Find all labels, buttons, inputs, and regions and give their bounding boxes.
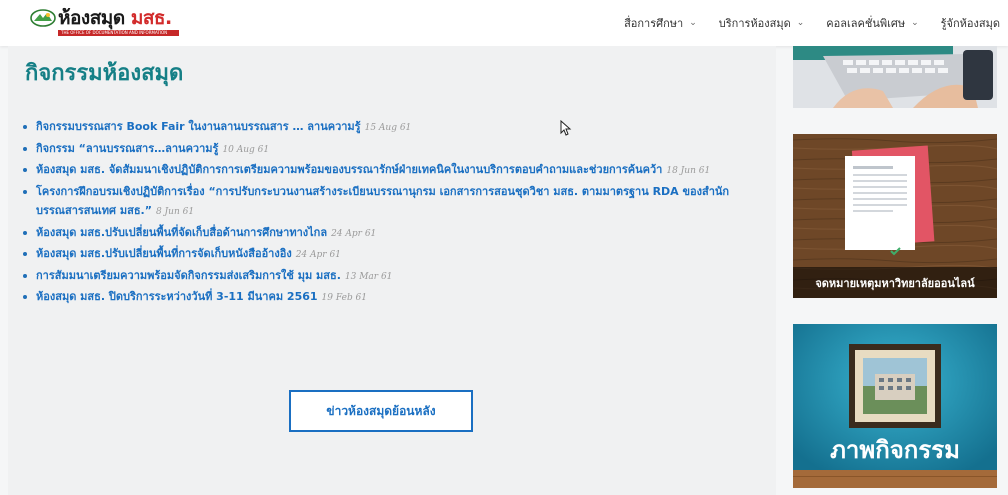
chevron-down-icon: ⌄ — [911, 18, 919, 28]
news-item[interactable]: การสัมมนาเตรียมความพร้อมจัดกิจกรรมส่งเสร… — [22, 266, 752, 288]
logo-tagline: THE OFFICE OF DOCUMENTATION AND INFORMAT… — [58, 30, 179, 36]
laptop-keyboard-image — [793, 46, 997, 108]
news-archive-button[interactable]: ข่าวห้องสมุดย้อนหลัง — [289, 390, 473, 432]
news-item[interactable]: ห้องสมุด มสธ.ปรับเปลี่ยนพื้นที่จัดเก็บสื… — [22, 223, 752, 245]
page-title: กิจกรรมห้องสมุด — [25, 61, 184, 86]
archives-banner-caption: จดหมายเหตุมหาวิทยาลัยออนไลน์ — [793, 267, 997, 298]
main-content: กิจกรรมห้องสมุด กิจกรรมบรรณสาร Book Fair… — [8, 46, 776, 495]
activity-photos-caption: ภาพกิจกรรม — [830, 436, 960, 464]
nav-item-special-collections[interactable]: คอลเลคชั่นพิเศษ ⌄ — [826, 14, 918, 32]
news-item[interactable]: ห้องสมุด มสธ. ปิดบริการระหว่างวันที่ 3-1… — [22, 287, 752, 309]
main-nav: สื่อการศึกษา ⌄ บริการห้องสมุด ⌄ คอลเลคชั่น… — [602, 0, 1000, 46]
library-logo[interactable]: ห้องสมุด มสธ. THE OFFICE OF DOCUMENTATIO… — [30, 6, 179, 38]
news-item[interactable]: กิจกรรมบรรณสาร Book Fair ในงานลานบรรณสาร… — [22, 117, 752, 139]
news-item[interactable]: ห้องสมุด มสธ. จัดสัมมนาเชิงปฏิบัติการการ… — [22, 160, 752, 182]
nav-item-about-library[interactable]: รู้จักห้องสมุด — [941, 14, 1000, 32]
logo-emblem-icon — [30, 9, 56, 27]
news-item[interactable]: โครงการฝึกอบรมเชิงปฏิบัติการเรื่อง “การป… — [22, 182, 752, 223]
nav-item-library-services[interactable]: บริการห้องสมุด ⌄ — [719, 14, 805, 32]
news-item[interactable]: ห้องสมุด มสธ.ปรับเปลี่ยนพื้นที่การจัดเก็… — [22, 244, 752, 266]
sidebar-banner-archives[interactable]: จดหมายเหตุมหาวิทยาลัยออนไลน์ — [793, 134, 997, 298]
chevron-down-icon: ⌄ — [689, 18, 697, 28]
nav-item-education-media[interactable]: สื่อการศึกษา ⌄ — [624, 14, 697, 32]
chevron-down-icon: ⌄ — [796, 18, 805, 28]
news-list: กิจกรรมบรรณสาร Book Fair ในงานลานบรรณสาร… — [22, 117, 752, 309]
sidebar-banner-activity-photos[interactable]: ภาพกิจกรรม — [793, 324, 997, 488]
logo-text: ห้องสมุด มสธ. — [58, 7, 172, 29]
mouse-cursor-icon — [560, 120, 572, 136]
top-navbar: ห้องสมุด มสธ. THE OFFICE OF DOCUMENTATIO… — [0, 0, 1008, 46]
sidebar-banner-laptop[interactable] — [793, 46, 997, 108]
news-item[interactable]: กิจกรรม “ลานบรรณสาร…ลานความรู้ 10 Aug 61 — [22, 139, 752, 161]
